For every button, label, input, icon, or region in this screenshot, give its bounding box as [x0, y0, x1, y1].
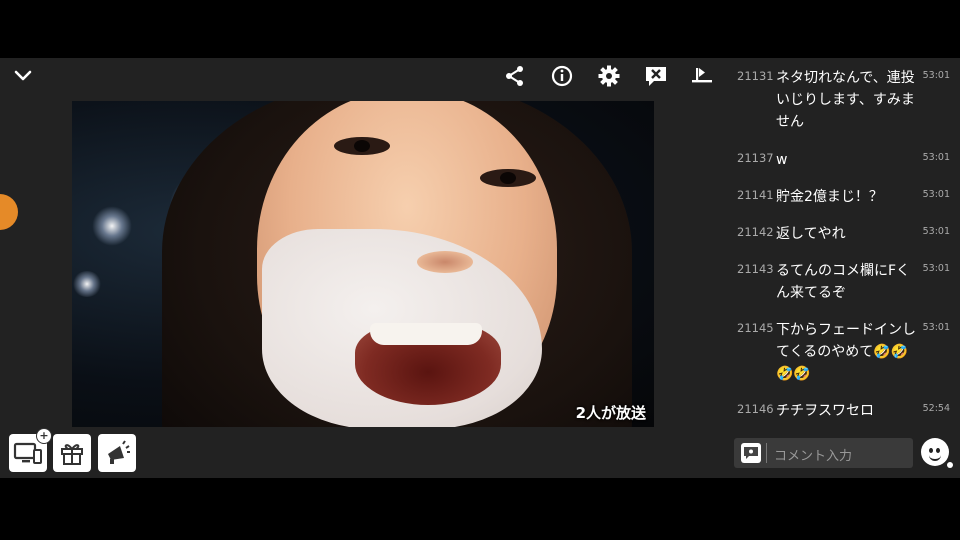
gear-icon	[598, 65, 620, 87]
comment-time: 53:01	[922, 189, 950, 200]
street-light	[72, 271, 102, 297]
share-button[interactable]	[499, 60, 531, 92]
comment-list[interactable]: 21131 ネタ切れなんで、連投いじりします、すみません 53:01 21137…	[730, 58, 960, 428]
eye	[480, 169, 536, 187]
collapse-button[interactable]	[7, 60, 39, 92]
chevron-down-icon	[14, 70, 32, 81]
info-icon	[551, 65, 573, 87]
comment-time: 53:01	[922, 263, 950, 274]
comment-time: 53:01	[922, 70, 950, 81]
side-menu-handle[interactable]	[0, 194, 18, 230]
gift-icon	[61, 444, 83, 465]
comment-number: 21137	[737, 151, 774, 165]
hide-comments-button[interactable]	[640, 60, 672, 92]
street-light	[92, 206, 132, 246]
comment-text: w	[776, 152, 788, 168]
comment-input[interactable]: コメント入力	[734, 438, 913, 468]
exit-icon	[692, 68, 712, 83]
comment-number: 21146	[737, 402, 774, 416]
hide-comments-icon	[646, 67, 666, 86]
share-icon	[506, 66, 523, 86]
comment-number: 21143	[737, 262, 774, 276]
comment-text: 貯金2億まじ！？	[776, 189, 883, 205]
info-button[interactable]	[546, 60, 578, 92]
stream-count-label: 2人が放送	[575, 404, 646, 422]
comment-text: ネタ切れなんで、連投いじりします、すみません	[776, 70, 915, 130]
settings-button[interactable]	[593, 60, 625, 92]
gift-button[interactable]	[53, 434, 91, 472]
comment-time: 53:01	[922, 322, 950, 333]
comment-number: 21145	[737, 321, 774, 335]
smiley-icon	[929, 448, 933, 453]
megaphone-button[interactable]	[98, 434, 136, 472]
tv-add-icon	[13, 442, 42, 464]
tv-add-button[interactable]: +	[9, 428, 52, 472]
video-player[interactable]: 2人が放送	[72, 101, 654, 427]
player-app: 2人が放送 + 21131 ネタ切れなんで、連投いじりします、すみません 53:…	[0, 58, 960, 478]
comment-text: 返してやれ	[776, 226, 846, 242]
comment-time: 53:01	[922, 152, 950, 163]
comment-placeholder: コメント入力	[774, 449, 853, 464]
comment-command-icon[interactable]	[741, 443, 761, 463]
comment-text: 下からフェードインしてくるのやめて🤣🤣🤣🤣	[776, 322, 916, 382]
teeth	[370, 323, 482, 345]
comment-number: 21141	[737, 188, 774, 202]
exit-button[interactable]	[686, 60, 718, 92]
megaphone-icon	[108, 440, 130, 464]
comment-time: 53:01	[922, 226, 950, 237]
comment-text: るてんのコメ欄にFくん来てるぞ	[776, 263, 911, 301]
eye	[334, 137, 390, 155]
emoji-button[interactable]	[921, 438, 953, 468]
input-divider	[766, 443, 767, 463]
nose	[417, 251, 473, 273]
comment-text: チチヲスワセロ	[776, 403, 874, 419]
plus-badge-icon: +	[36, 428, 52, 444]
comment-number: 21142	[737, 225, 774, 239]
comment-time: 52:54	[922, 403, 950, 414]
comment-number: 21131	[737, 69, 774, 83]
